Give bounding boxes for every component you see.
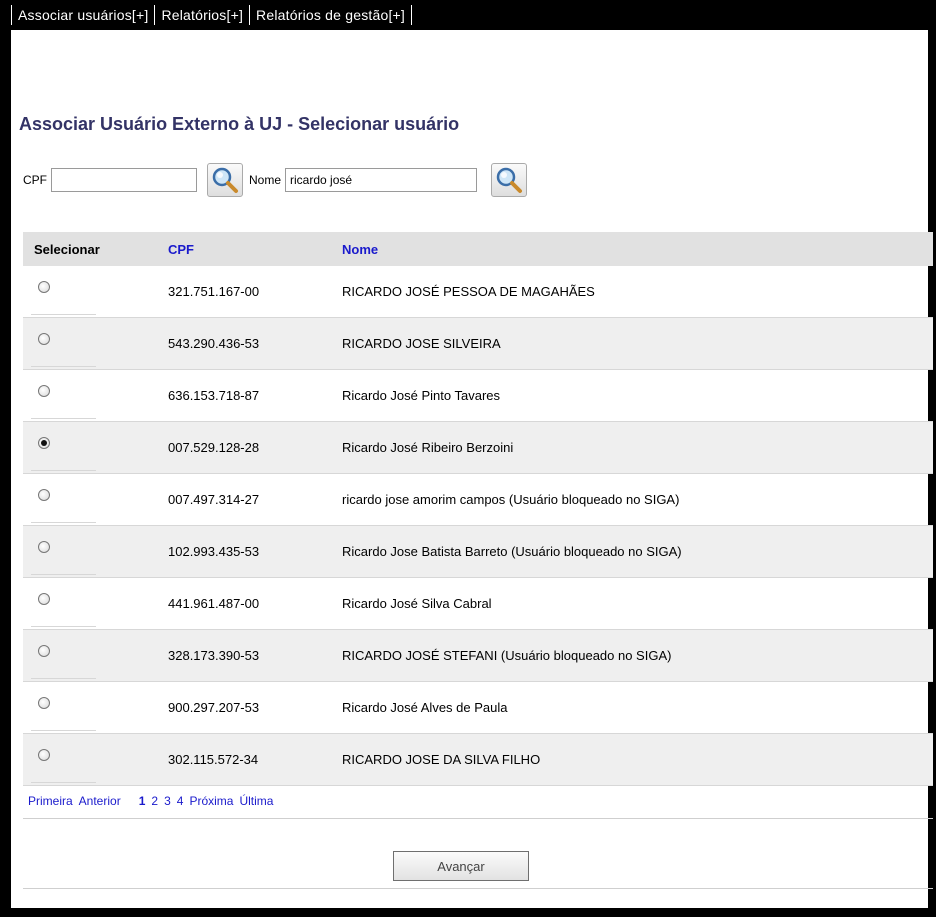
nome-cell: Ricardo José Pinto Tavares <box>330 369 933 422</box>
nome-search-button[interactable] <box>491 163 528 197</box>
cell-divider <box>31 470 96 471</box>
select-radio[interactable] <box>38 437 50 449</box>
cpf-cell: 007.529.128-28 <box>156 421 330 474</box>
select-cell <box>23 629 156 682</box>
table-row: 328.173.390-53 RICARDO JOSÉ STEFANI (Usuá… <box>23 629 933 682</box>
search-form: CPF Nome <box>23 163 528 197</box>
menu-relatorios-gestao[interactable]: Relatórios de gestão[+] <box>249 5 413 25</box>
select-cell <box>23 421 156 474</box>
cell-divider <box>31 678 96 679</box>
pagination-page-3[interactable]: 3 <box>164 794 171 808</box>
magnifier-icon <box>496 167 523 193</box>
magnifier-icon <box>212 167 238 193</box>
cell-divider <box>31 626 96 627</box>
pagination-page-2[interactable]: 2 <box>151 794 158 808</box>
table-row: 321.751.167-00 RICARDO JOSÉ PESSOA DE MAG… <box>23 266 933 318</box>
cpf-cell: 302.115.572-34 <box>156 733 330 786</box>
select-radio[interactable] <box>38 541 50 553</box>
select-radio[interactable] <box>38 385 50 397</box>
cpf-cell: 328.173.390-53 <box>156 629 330 682</box>
cell-divider <box>31 366 96 367</box>
nome-cell: RICARDO JOSÉ STEFANI (Usuário bloqueado … <box>330 629 933 682</box>
select-cell <box>23 266 156 318</box>
cpf-cell: 007.497.314-27 <box>156 473 330 526</box>
table-row: 543.290.436-53 RICARDO JOSE SILVEIRA <box>23 317 933 370</box>
nome-input[interactable] <box>285 168 478 192</box>
cell-divider <box>31 314 96 315</box>
cpf-input[interactable] <box>51 168 197 192</box>
header-selecionar: Selecionar <box>23 232 156 266</box>
select-cell <box>23 681 156 734</box>
nome-cell: Ricardo José Ribeiro Berzoini <box>330 421 933 474</box>
nome-cell: Ricardo Jose Batista Barreto (Usuário bl… <box>330 525 933 578</box>
nome-label: Nome <box>249 173 282 187</box>
nome-cell: ricardo jose amorim campos (Usuário bloq… <box>330 473 933 526</box>
table-row: 007.497.314-27 ricardo jose amorim campos… <box>23 473 933 526</box>
pagination-next[interactable]: Próxima <box>189 794 233 808</box>
cell-divider <box>31 574 96 575</box>
header-nome-sort[interactable]: Nome <box>330 232 933 266</box>
table-body: 321.751.167-00 RICARDO JOSÉ PESSOA DE MAG… <box>23 266 933 786</box>
table-header-row: Selecionar CPF Nome <box>23 232 933 266</box>
top-menu-bar: Associar usuários[+] Relatórios[+] Relat… <box>11 0 928 30</box>
nome-cell: RICARDO JOSÉ PESSOA DE MAGAHÃES <box>330 266 933 318</box>
select-radio[interactable] <box>38 281 50 293</box>
page-title: Associar Usuário Externo à UJ - Selecion… <box>19 114 460 134</box>
users-table: Selecionar CPF Nome 321.751.167-00 RICARD… <box>23 232 933 786</box>
select-cell <box>23 369 156 422</box>
cpf-cell: 543.290.436-53 <box>156 317 330 370</box>
pagination-previous[interactable]: Anterior <box>79 794 121 808</box>
pagination: Primeira Anterior 1 2 3 4 Próxima Última <box>23 784 933 819</box>
cell-divider <box>31 730 96 731</box>
select-radio[interactable] <box>38 489 50 501</box>
cpf-cell: 102.993.435-53 <box>156 525 330 578</box>
table-row: 302.115.572-34 RICARDO JOSE DA SILVA FILH… <box>23 733 933 786</box>
menu-associar-usuarios[interactable]: Associar usuários[+] <box>11 5 154 25</box>
select-radio[interactable] <box>38 333 50 345</box>
cpf-cell: 900.297.207-53 <box>156 681 330 734</box>
select-cell <box>23 577 156 630</box>
bottom-divider <box>23 888 933 889</box>
table-row: 441.961.487-00 Ricardo José Silva Cabral <box>23 577 933 630</box>
cpf-cell: 636.153.718-87 <box>156 369 330 422</box>
menu-relatorios[interactable]: Relatórios[+] <box>154 5 249 25</box>
pagination-page-1: 1 <box>138 794 146 808</box>
select-radio[interactable] <box>38 697 50 709</box>
select-radio[interactable] <box>38 593 50 605</box>
pagination-first[interactable]: Primeira <box>28 794 73 808</box>
cpf-label: CPF <box>23 173 47 187</box>
cpf-search-button[interactable] <box>207 163 243 197</box>
cell-divider <box>31 782 96 783</box>
table-row: 900.297.207-53 Ricardo José Alves de Paul… <box>23 681 933 734</box>
select-cell <box>23 525 156 578</box>
nome-cell: RICARDO JOSE DA SILVA FILHO <box>330 733 933 786</box>
cpf-cell: 441.961.487-00 <box>156 577 330 630</box>
header-cpf-sort[interactable]: CPF <box>156 232 330 266</box>
cell-divider <box>31 418 96 419</box>
select-cell <box>23 733 156 786</box>
nome-cell: RICARDO JOSE SILVEIRA <box>330 317 933 370</box>
nome-cell: Ricardo José Alves de Paula <box>330 681 933 734</box>
table-row: 007.529.128-28 Ricardo José Ribeiro Berzo… <box>23 421 933 474</box>
table-row: 102.993.435-53 Ricardo Jose Batista Barre… <box>23 525 933 578</box>
select-radio[interactable] <box>38 749 50 761</box>
select-cell <box>23 317 156 370</box>
pagination-page-4[interactable]: 4 <box>177 794 184 808</box>
cpf-cell: 321.751.167-00 <box>156 266 330 318</box>
select-radio[interactable] <box>38 645 50 657</box>
page-frame: Associar usuários[+] Relatórios[+] Relat… <box>8 0 933 908</box>
nome-cell: Ricardo José Silva Cabral <box>330 577 933 630</box>
table-row: 636.153.718-87 Ricardo José Pinto Tavares <box>23 369 933 422</box>
cell-divider <box>31 522 96 523</box>
advance-button[interactable]: Avançar <box>393 851 529 881</box>
select-cell <box>23 473 156 526</box>
pagination-last[interactable]: Última <box>239 794 273 808</box>
